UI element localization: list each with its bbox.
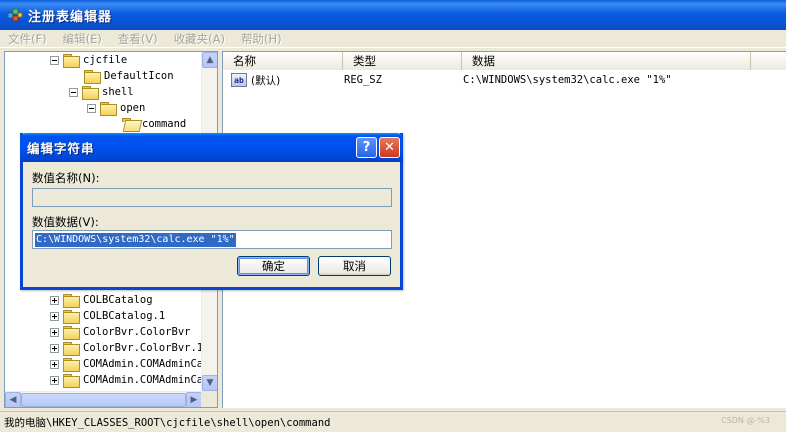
menu-bar: 文件(F) 编辑(E) 查看(V) 收藏夹(A) 帮助(H) (0, 30, 786, 48)
tree-item-colorbvr[interactable]: ColorBvr.ColorBvr (50, 324, 190, 340)
column-filler (751, 52, 786, 70)
expand-icon[interactable] (50, 343, 59, 353)
tree-item-command[interactable]: command (122, 116, 186, 132)
collapse-icon[interactable] (69, 87, 78, 97)
tree-item-open[interactable]: open (87, 100, 145, 116)
folder-icon (82, 86, 99, 100)
folder-icon (63, 342, 80, 356)
watermark: CSDN @-%3 (721, 416, 770, 425)
value-type: REG_SZ (344, 74, 382, 86)
tree-item-label: COMAdmin.COMAdminCa (83, 358, 204, 370)
ok-button[interactable]: 确定 (237, 256, 310, 276)
folder-icon (63, 374, 80, 388)
tree-item-label: open (120, 102, 146, 114)
expand-icon[interactable] (50, 359, 59, 369)
list-header: 名称 类型 数据 (223, 52, 786, 70)
string-value-icon: ab (231, 73, 247, 87)
window-title: 注册表编辑器 (28, 9, 113, 25)
expand-icon[interactable] (50, 327, 59, 337)
tree-item-label: COMAdmin.COMAdminCa (83, 374, 204, 386)
column-name-header[interactable]: 名称 (223, 52, 343, 70)
expand-icon[interactable] (50, 375, 59, 385)
tree-item-label: command (142, 118, 187, 130)
tree-item-label: COLBCatalog.1 (83, 310, 166, 322)
tree-item-label: ColorBvr.ColorBvr (83, 326, 191, 338)
expand-icon[interactable] (50, 295, 59, 305)
collapse-icon[interactable] (50, 55, 59, 65)
value-name-label: 数值名称(N): (32, 171, 100, 185)
scroll-thumb[interactable] (21, 393, 186, 407)
registry-editor-icon (6, 6, 24, 24)
menu-view[interactable]: 查看(V) (110, 31, 166, 47)
close-button[interactable]: ✕ (379, 137, 400, 158)
list-row[interactable]: ab (默认) REG_SZ C:\WINDOWS\system32\calc.… (223, 72, 672, 88)
tree-item-label: COLBCatalog (83, 294, 153, 306)
collapse-icon[interactable] (87, 103, 96, 113)
edit-string-dialog: 编辑字符串 ? ✕ 数值名称(N): 数值数据(V): C:\WINDOWS\s… (20, 133, 403, 290)
menu-favorites[interactable]: 收藏夹(A) (166, 31, 233, 47)
value-data-input[interactable]: C:\WINDOWS\system32\calc.exe "1%" (32, 230, 392, 249)
expand-icon[interactable] (50, 311, 59, 321)
tree-item-colbcatalog[interactable]: COLBCatalog (50, 292, 153, 308)
tree-item-comadmin-2[interactable]: COMAdmin.COMAdminCa (50, 372, 203, 388)
tree-item-label: shell (102, 86, 134, 98)
value-data-selected-text: C:\WINDOWS\system32\calc.exe "1%" (35, 233, 236, 247)
scroll-right-button[interactable]: ▶ (186, 392, 202, 407)
open-folder-icon (122, 118, 138, 130)
tree-item-label: DefaultIcon (104, 70, 174, 82)
dialog-title: 编辑字符串 (27, 141, 95, 156)
menu-help[interactable]: 帮助(H) (233, 31, 290, 47)
tree-item-defaulticon[interactable]: DefaultIcon (84, 68, 174, 84)
folder-icon (63, 326, 80, 340)
value-data: C:\WINDOWS\system32\calc.exe "1%" (463, 74, 672, 86)
column-type-header[interactable]: 类型 (343, 52, 462, 70)
tree-item-label: ColorBvr.ColorBvr.1 (83, 342, 204, 354)
title-bar: 注册表编辑器 (0, 0, 786, 30)
status-path: 我的电脑\HKEY_CLASSES_ROOT\cjcfile\shell\ope… (4, 416, 331, 429)
tree-item-shell[interactable]: shell (69, 84, 134, 100)
menu-file[interactable]: 文件(F) (0, 31, 55, 47)
folder-icon (100, 102, 117, 116)
status-bar: 我的电脑\HKEY_CLASSES_ROOT\cjcfile\shell\ope… (0, 411, 786, 432)
column-data-header[interactable]: 数据 (462, 52, 751, 70)
tree-horizontal-scrollbar[interactable]: ◀ ▶ (5, 391, 202, 407)
tree-item-cjcfile[interactable]: cjcfile (50, 52, 127, 68)
scroll-down-button[interactable]: ▼ (202, 375, 217, 391)
folder-icon (84, 70, 101, 84)
folder-icon (63, 54, 80, 68)
menu-edit[interactable]: 编辑(E) (55, 31, 110, 47)
help-button[interactable]: ? (356, 137, 377, 158)
tree-item-colbcatalog-1[interactable]: COLBCatalog.1 (50, 308, 165, 324)
scroll-left-button[interactable]: ◀ (5, 392, 21, 407)
scroll-corner (201, 391, 217, 407)
tree-item-comadmin[interactable]: COMAdmin.COMAdminCa (50, 356, 203, 372)
dialog-title-bar: 编辑字符串 ? ✕ (20, 133, 403, 162)
tree-item-label: cjcfile (83, 54, 128, 66)
scroll-up-button[interactable]: ▲ (202, 52, 217, 68)
value-name-field (32, 188, 392, 207)
value-data-label: 数值数据(V): (32, 215, 99, 229)
folder-icon (63, 294, 80, 308)
tree-item-colorbvr-1[interactable]: ColorBvr.ColorBvr.1 (50, 340, 203, 356)
folder-icon (63, 310, 80, 324)
value-name: (默认) (251, 74, 281, 87)
folder-icon (63, 358, 80, 372)
cancel-button[interactable]: 取消 (318, 256, 391, 276)
